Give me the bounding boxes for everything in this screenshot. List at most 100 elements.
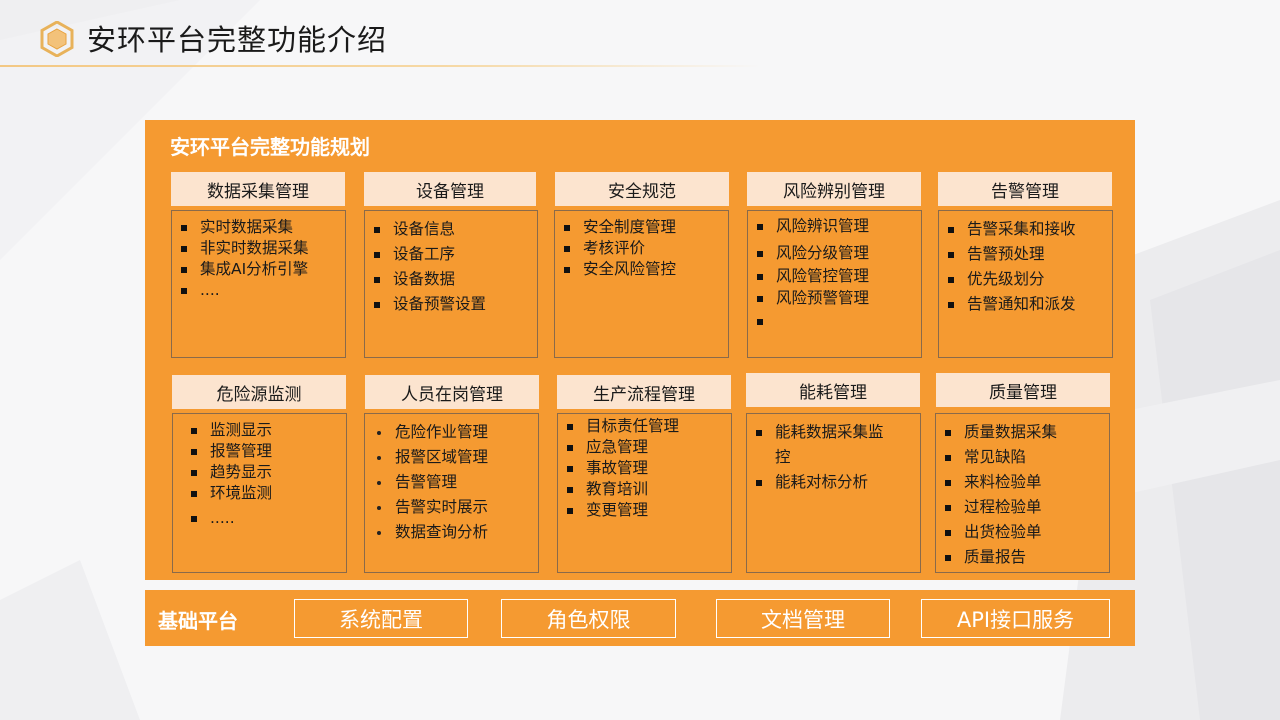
module-title-hazard-monitoring: 危险源监测 — [172, 375, 346, 409]
module-title-equipment: 设备管理 — [364, 172, 536, 206]
bullet-icon — [757, 251, 763, 257]
bullet-icon — [756, 430, 762, 436]
bullet-icon — [567, 487, 573, 493]
list-item: 集成AI分析引擎 — [181, 259, 345, 280]
bullet-icon — [181, 267, 187, 273]
bullet-icon — [374, 302, 380, 308]
bullet-icon — [564, 225, 570, 231]
bullet-icon — [564, 267, 570, 273]
bullet-icon — [948, 277, 954, 283]
list-item: 风险辨识管理 — [757, 216, 921, 243]
module-equipment: 设备信息 设备工序 设备数据 设备预警设置 — [364, 210, 538, 358]
list-item: 出货检验单 — [945, 520, 1109, 545]
bullet-icon — [377, 531, 381, 535]
list-item: 质量报告 — [945, 545, 1109, 570]
bullet-icon — [374, 277, 380, 283]
bullet-icon — [757, 274, 763, 280]
list-item: 告警通知和派发 — [948, 292, 1112, 317]
module-title-safety-norms: 安全规范 — [555, 172, 729, 206]
list-item: .... — [181, 280, 345, 301]
bullet-icon — [191, 516, 197, 522]
page-title: 安环平台完整功能介绍 — [87, 23, 388, 57]
list-item: ..... — [191, 508, 346, 529]
list-item: 设备数据 — [374, 267, 537, 292]
bullet-icon — [181, 288, 187, 294]
base-platform-label: 基础平台 — [158, 609, 238, 633]
bullet-icon — [567, 424, 573, 430]
module-title-quality: 质量管理 — [936, 373, 1110, 407]
list-item: 报警管理 — [191, 441, 346, 462]
bullet-icon — [756, 480, 762, 486]
list-item: 目标责任管理 — [567, 416, 731, 437]
bullet-icon — [757, 224, 763, 230]
list-item: 考核评价 — [564, 238, 728, 259]
hexagon-logo-icon — [40, 21, 74, 57]
list-item: 危险作业管理 — [374, 420, 538, 445]
list-item: 优先级划分 — [948, 267, 1112, 292]
bullet-icon — [757, 319, 763, 325]
module-title-personnel: 人员在岗管理 — [365, 375, 539, 409]
bullet-icon — [948, 252, 954, 258]
bullet-icon — [757, 296, 763, 302]
list-item: 教育培训 — [567, 479, 731, 500]
module-alarm: 告警采集和接收 告警预处理 优先级划分 告警通知和派发 — [938, 210, 1113, 358]
list-item: 能耗数据采集监控 — [756, 420, 896, 470]
bullet-icon — [948, 227, 954, 233]
list-item: 监测显示 — [191, 420, 346, 441]
bullet-icon — [181, 225, 187, 231]
bullet-icon — [191, 491, 197, 497]
base-platform-bar: 基础平台 系统配置 角色权限 文档管理 API接口服务 — [145, 590, 1135, 646]
bullet-icon — [191, 470, 197, 476]
bullet-icon — [191, 449, 197, 455]
panel-title: 安环平台完整功能规划 — [170, 135, 370, 159]
list-item: 质量数据采集 — [945, 420, 1109, 445]
role-permission-button[interactable]: 角色权限 — [501, 599, 676, 638]
list-item: 过程检验单 — [945, 495, 1109, 520]
document-management-button[interactable]: 文档管理 — [716, 599, 890, 638]
list-item: 应急管理 — [567, 437, 731, 458]
system-config-button[interactable]: 系统配置 — [294, 599, 468, 638]
module-production-flow: 目标责任管理 应急管理 事故管理 教育培训 变更管理 — [557, 413, 732, 573]
list-item: 环境监测 — [191, 483, 346, 508]
bullet-icon — [377, 481, 381, 485]
module-risk-identification: 风险辨识管理 风险分级管理 风险管控管理 风险预警管理 — [747, 210, 922, 358]
list-item: 告警管理 — [374, 470, 538, 495]
bullet-icon — [564, 246, 570, 252]
bullet-icon — [948, 302, 954, 308]
bullet-icon — [567, 466, 573, 472]
list-item: 告警采集和接收 — [948, 217, 1112, 242]
module-title-alarm: 告警管理 — [938, 172, 1112, 206]
list-item: 实时数据采集 — [181, 217, 345, 238]
list-item: 非实时数据采集 — [181, 238, 345, 259]
list-item: 设备预警设置 — [374, 292, 537, 317]
module-title-energy: 能耗管理 — [746, 373, 920, 407]
list-item: 趋势显示 — [191, 462, 346, 483]
module-title-data-collection: 数据采集管理 — [171, 172, 345, 206]
list-item: 风险分级管理 — [757, 243, 921, 266]
bullet-icon — [945, 455, 951, 461]
api-service-button[interactable]: API接口服务 — [921, 599, 1110, 638]
bullet-icon — [945, 505, 951, 511]
list-item: 风险预警管理 — [757, 288, 921, 311]
list-item: 能耗对标分析 — [756, 470, 920, 495]
list-item: 设备工序 — [374, 242, 537, 267]
module-safety-norms: 安全制度管理 考核评价 安全风险管控 — [554, 210, 729, 358]
title-divider — [0, 65, 760, 67]
bullet-icon — [567, 508, 573, 514]
bullet-icon — [191, 428, 197, 434]
bullet-icon — [374, 252, 380, 258]
bullet-icon — [374, 227, 380, 233]
list-item: 风险管控管理 — [757, 266, 921, 288]
bullet-icon — [567, 445, 573, 451]
bullet-icon — [377, 456, 381, 460]
list-item: 告警预处理 — [948, 242, 1112, 267]
bullet-icon — [945, 430, 951, 436]
module-title-production-flow: 生产流程管理 — [557, 375, 731, 409]
list-item: 安全制度管理 — [564, 217, 728, 238]
list-item: 常见缺陷 — [945, 445, 1109, 470]
list-item: 变更管理 — [567, 500, 731, 521]
module-title-risk-identification: 风险辨别管理 — [747, 172, 921, 206]
list-item: 安全风险管控 — [564, 259, 728, 280]
list-item: 设备信息 — [374, 217, 537, 242]
list-item — [757, 311, 921, 332]
